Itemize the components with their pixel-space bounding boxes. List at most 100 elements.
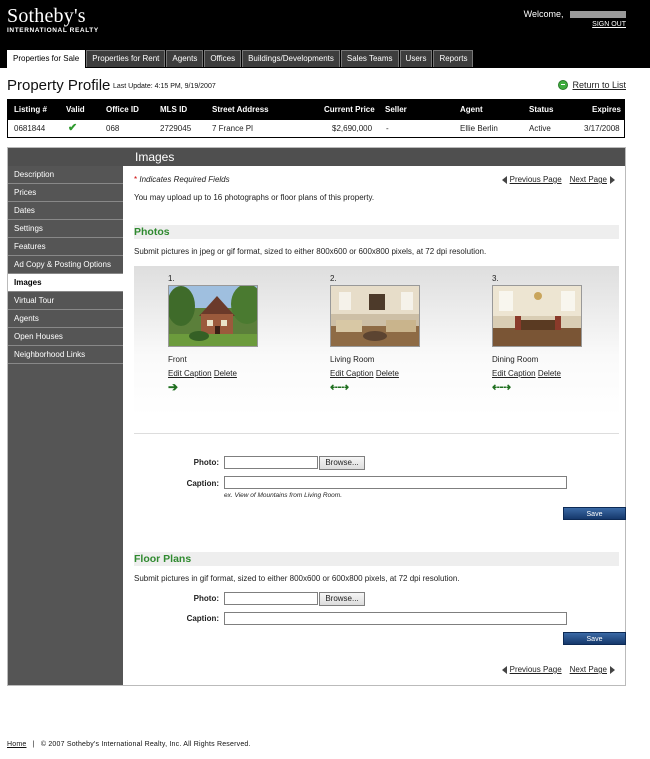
cell-listing: 0681844 [14,124,46,133]
photo-file-input[interactable] [224,456,318,469]
footer-separator: | [32,741,35,748]
photo-label: Photo: [193,458,219,467]
floor-plans-heading: Floor Plans [134,552,619,566]
required-note: * Indicates Required Fields [134,175,230,184]
col-street-address: Street Address [212,105,269,114]
next-page-label: Next Page [569,665,607,674]
floor-plan-file-input[interactable] [224,592,318,605]
triangle-left-icon [501,175,507,184]
page-title: Property Profile [7,77,111,94]
sidebar-item-virtual-tour[interactable]: Virtual Tour [8,292,123,310]
sign-out-link[interactable]: SIGN OUT [592,21,626,28]
sidebar-item-images[interactable]: Images [8,274,123,292]
copyright-text: © 2007 Sotheby's International Realty, I… [40,741,251,748]
previous-page-link[interactable]: Previous Page [501,665,562,674]
sidebar-item-neighborhood-links[interactable]: Neighborhood Links [8,346,123,364]
cell-price: $2,690,000 [332,124,373,133]
site-header: Sotheby's INTERNATIONAL REALTY Welcome, … [0,0,650,68]
tab-users[interactable]: Users [399,50,433,67]
photo-number: 1. [168,274,175,283]
photos-save-button[interactable]: Save [563,507,626,520]
move-left-right-icon[interactable]: ⇠⇢ [330,380,430,394]
floor-plans-save-button[interactable]: Save [563,632,626,645]
next-page-link[interactable]: Next Page [570,665,615,674]
top-pager: Previous Page Next Page [501,175,615,184]
photo-caption-input[interactable] [224,476,567,489]
photo-actions: Edit Caption Delete [168,369,268,378]
tab-properties-for-sale[interactable]: Properties for Sale [7,50,86,68]
sidebar-item-agents[interactable]: Agents [8,310,123,328]
tab-offices[interactable]: Offices [204,50,242,67]
home-link[interactable]: Home [7,741,26,748]
listing-summary-table: Listing # Valid Office ID MLS ID Street … [7,99,625,138]
move-right-icon[interactable]: ➔ [168,380,268,394]
logo-main-text: Sotheby's [7,5,86,27]
caption-label: Caption: [186,479,219,488]
delete-link[interactable]: Delete [538,369,561,378]
sothebys-logo[interactable]: Sotheby's INTERNATIONAL REALTY [7,6,99,34]
delete-link[interactable]: Delete [376,369,399,378]
floor-photo-label: Photo: [193,594,219,603]
photos-heading: Photos [134,225,619,239]
triangle-right-icon [610,665,615,674]
photo-actions: Edit Caption Delete [492,369,592,378]
table-row: 0681844 ✔ 068 2729045 7 France Pl $2,690… [8,120,624,137]
living-room-photo[interactable] [330,285,420,347]
dining-room-photo[interactable] [492,285,582,347]
floor-plans-instructions: Submit pictures in gif format, sized to … [134,574,460,583]
photos-instructions: Submit pictures in jpeg or gif format, s… [134,247,487,256]
edit-caption-link[interactable]: Edit Caption [492,369,536,378]
edit-caption-link[interactable]: Edit Caption [168,369,212,378]
upload-info: You may upload up to 16 photographs or f… [134,193,375,202]
main-nav-tabs: Properties for Sale Properties for Rent … [7,50,474,68]
cell-status: Active [529,124,551,133]
sidebar-item-prices[interactable]: Prices [8,184,123,202]
sidebar-item-dates[interactable]: Dates [8,202,123,220]
tab-agents[interactable]: Agents [166,50,204,67]
welcome-message: Welcome, [524,9,626,19]
sidebar-item-description[interactable]: Description [8,166,123,184]
sidebar-item-ad-copy[interactable]: Ad Copy & Posting Options [8,256,123,274]
sidebar-nav: Description Prices Dates Settings Featur… [8,166,123,685]
tab-properties-for-rent[interactable]: Properties for Rent [86,50,166,67]
floor-plan-caption-input[interactable] [224,612,567,625]
previous-page-link[interactable]: Previous Page [501,175,562,184]
col-status: Status [529,105,554,114]
col-mls-id: MLS ID [160,105,188,114]
col-seller: Seller [385,105,407,114]
photo-browse-button[interactable]: Browse... [319,456,365,470]
delete-link[interactable]: Delete [214,369,237,378]
floor-plan-browse-button[interactable]: Browse... [319,592,365,606]
cell-street: 7 France Pl [212,124,253,133]
tab-reports[interactable]: Reports [433,50,474,67]
move-left-right-icon[interactable]: ⇠⇢ [492,380,592,394]
redacted-username [570,11,626,19]
col-agent: Agent [460,105,483,114]
sidebar-item-open-houses[interactable]: Open Houses [8,328,123,346]
sidebar-item-features[interactable]: Features [8,238,123,256]
checkmark-icon: ✔ [68,122,78,134]
bottom-pager: Previous Page Next Page [501,665,615,674]
tab-sales-teams[interactable]: Sales Teams [340,50,399,67]
welcome-label: Welcome, [523,9,564,19]
cell-agent: Ellie Berlin [460,124,498,133]
col-expires: Expires [592,105,621,114]
return-to-list-label: Return to List [572,80,626,90]
last-update: Last Update: 4:15 PM, 9/19/2007 [113,83,216,90]
cell-office-id: 068 [106,124,120,133]
photo-card: 3. Dining Room Edit Caption Delete ⇠⇢ [492,274,592,394]
return-to-list-link[interactable]: Return to List [558,80,626,90]
logo-sub-text: INTERNATIONAL REALTY [7,27,99,34]
sidebar-item-settings[interactable]: Settings [8,220,123,238]
next-page-link[interactable]: Next Page [570,175,615,184]
col-office-id: Office ID [106,105,139,114]
back-arrow-icon [558,80,569,90]
section-title-bar: Images [8,148,625,166]
caption-hint: ex. View of Mountains from Living Room. [224,492,343,499]
photo-number: 2. [330,274,337,283]
edit-caption-link[interactable]: Edit Caption [330,369,374,378]
previous-page-label: Previous Page [509,175,562,184]
tab-buildings-developments[interactable]: Buildings/Developments [242,50,340,67]
house-front-photo[interactable] [168,285,258,347]
cell-mls-id: 2729045 [160,124,192,133]
